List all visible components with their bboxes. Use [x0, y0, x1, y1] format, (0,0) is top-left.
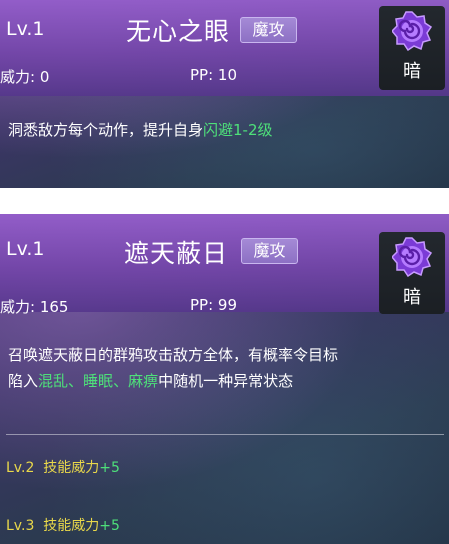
- upgrade-bonus: +5: [99, 460, 120, 476]
- skill-description: 召唤遮天蔽日的群鸦攻击敌方全体，有概率令目标 陷入混乱、睡眠、麻痹中随机一种异常…: [8, 342, 408, 394]
- skill-pp: PP: 99: [190, 296, 237, 314]
- skill-level: Lv.1: [6, 18, 45, 40]
- status-confusion: 混乱: [38, 372, 69, 390]
- dark-spiral-icon: [392, 11, 432, 51]
- skill-card-wuxin: Lv.1 无心之眼 魔攻 威力: 0 PP: 10 暗 洞悉敌方每个动作，提升自…: [0, 0, 449, 188]
- element-label: 暗: [403, 61, 421, 82]
- element-label: 暗: [403, 287, 421, 308]
- separator: 、: [113, 372, 129, 390]
- description-text: 洞悉敌方每个动作，提升自身: [8, 121, 204, 139]
- skill-category-badge: 魔攻: [241, 238, 298, 264]
- skill-name: 遮天蔽日: [124, 239, 229, 268]
- upgrade-label: 技能威力: [43, 460, 100, 476]
- dark-spiral-icon: [392, 237, 432, 277]
- status-paralysis: 麻痹: [128, 372, 159, 390]
- skill-name: 无心之眼: [126, 17, 231, 46]
- divider: [6, 434, 444, 435]
- description-highlight: 闪避1-2级: [203, 121, 273, 139]
- element-badge: 暗: [379, 6, 445, 90]
- description-line-1: 召唤遮天蔽日的群鸦攻击敌方全体，有概率令目标: [8, 346, 339, 364]
- skill-level: Lv.1: [6, 238, 45, 260]
- upgrade-bonus: +5: [99, 518, 120, 534]
- description-line-2: 陷入混乱、睡眠、麻痹中随机一种异常状态: [8, 368, 408, 394]
- upgrade-row: Lv.3 技能威力+5: [6, 515, 120, 535]
- upgrade-label: 技能威力: [43, 518, 100, 534]
- upgrade-level: Lv.3: [6, 518, 35, 534]
- element-badge: 暗: [379, 232, 445, 314]
- upgrade-row: Lv.2 技能威力+5: [6, 457, 120, 477]
- skill-power: 威力: 0: [0, 68, 50, 86]
- skill-description: 洞悉敌方每个动作，提升自身闪避1-2级: [8, 117, 273, 143]
- upgrade-level: Lv.2: [6, 460, 35, 476]
- skill-pp: PP: 10: [190, 66, 237, 84]
- card-separator: [0, 188, 449, 214]
- description-text: 中随机一种异常状态: [158, 372, 294, 390]
- description-text: 陷入: [8, 372, 39, 390]
- separator: 、: [68, 372, 84, 390]
- status-sleep: 睡眠: [83, 372, 114, 390]
- skill-power: 威力: 165: [0, 298, 69, 316]
- skill-card-zhetian: Lv.1 遮天蔽日 魔攻 威力: 165 PP: 99 暗 召唤遮天蔽日的群鸦攻…: [0, 214, 449, 544]
- skill-category-badge: 魔攻: [240, 17, 297, 43]
